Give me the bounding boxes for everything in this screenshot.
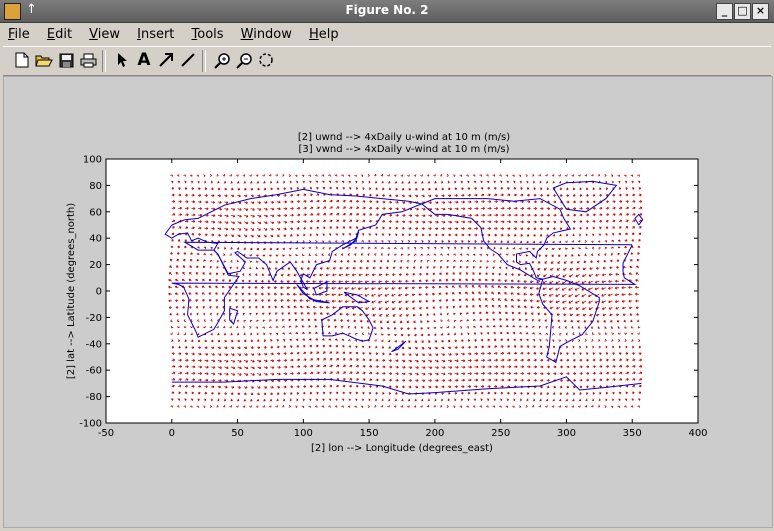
menu-insert[interactable]: Insert (131, 24, 180, 44)
zoom-in-icon[interactable] (212, 50, 232, 70)
menu-help-label: elp (319, 27, 339, 42)
menu-tools[interactable]: Tools (186, 24, 230, 44)
window-title: Figure No. 2 (0, 3, 774, 17)
menu-view[interactable]: View (83, 24, 126, 44)
menu-edit[interactable]: Edit (41, 24, 78, 44)
toolbar-separator (102, 50, 106, 72)
arrow-draw-icon[interactable] (156, 50, 176, 70)
arrow-select-icon[interactable] (112, 50, 132, 70)
menu-bar: File Edit View Insert Tools Window Help (2, 23, 772, 45)
menu-window-label: indow (253, 27, 292, 42)
close-button[interactable]: × (752, 3, 769, 20)
title-bar: ↑ Figure No. 2 _ □ × (0, 0, 774, 23)
plot-axes-box (106, 159, 698, 423)
chart-title-line2: [3] vwnd --> 4xDaily v-wind at 10 m (m/s… (298, 144, 509, 155)
menu-insert-label: nsert (141, 27, 174, 42)
menu-file-label: ile (15, 27, 30, 42)
menu-window-mnemonic: W (241, 27, 254, 42)
print-icon[interactable] (78, 50, 98, 70)
rotate-icon[interactable] (256, 50, 276, 70)
menu-tools-label: ools (197, 27, 223, 42)
quiver-plot: [2] uwnd --> 4xDaily u-wind at 10 m (m/s… (4, 77, 772, 527)
chart-title-line1: [2] uwnd --> 4xDaily u-wind at 10 m (m/s… (298, 132, 510, 143)
menu-help-mnemonic: H (309, 27, 319, 42)
zoom-out-icon[interactable] (234, 50, 254, 70)
open-folder-icon[interactable] (34, 50, 54, 70)
menu-help[interactable]: Help (303, 24, 345, 44)
toolbar-separator (202, 50, 206, 72)
menu-edit-mnemonic: E (47, 27, 55, 42)
figure-canvas: [2] uwnd --> 4xDaily u-wind at 10 m (m/s… (3, 76, 773, 528)
menu-view-label: iew (98, 27, 120, 42)
menu-file[interactable]: File (2, 24, 36, 44)
save-icon[interactable] (56, 50, 76, 70)
line-draw-icon[interactable] (178, 50, 198, 70)
maximize-button[interactable]: □ (734, 3, 751, 20)
menu-window[interactable]: Window (235, 24, 298, 44)
menu-edit-label: dit (55, 27, 72, 42)
toolbar: A (3, 46, 771, 76)
minimize-button[interactable]: _ (716, 3, 733, 20)
menu-view-mnemonic: V (89, 27, 98, 42)
new-file-icon[interactable] (12, 50, 32, 70)
text-A-icon[interactable]: A (134, 50, 154, 70)
